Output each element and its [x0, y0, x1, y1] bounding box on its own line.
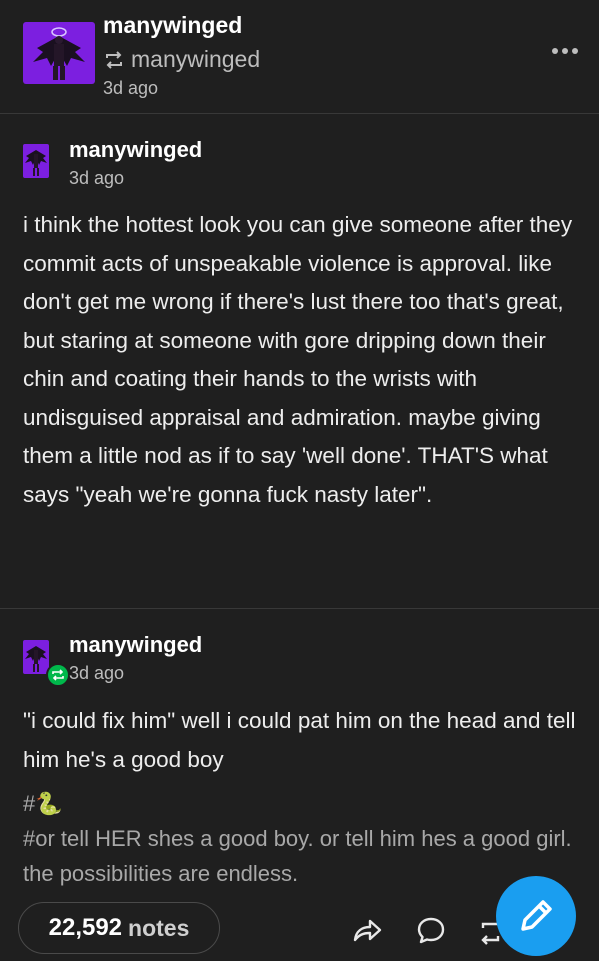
tag-item[interactable]: #🐍: [23, 786, 583, 821]
post-author[interactable]: manywinged: [69, 632, 202, 658]
reblog-icon: [52, 669, 64, 681]
reblogged-from[interactable]: manywinged: [103, 46, 260, 73]
winged-figure-avatar-icon: [33, 27, 85, 80]
blog-name[interactable]: manywinged: [103, 12, 242, 39]
post-timestamp: 3d ago: [103, 78, 159, 98]
divider: [0, 608, 599, 609]
share-icon[interactable]: [352, 916, 384, 944]
reply-icon[interactable]: [416, 916, 446, 944]
reblog-badge: [46, 663, 70, 687]
notes-label: notes: [128, 914, 190, 941]
post-avatar[interactable]: [23, 640, 49, 674]
post-author[interactable]: manywinged: [69, 137, 202, 163]
post-timestamp: 3d ago: [69, 168, 125, 188]
reblogged-from-name: manywinged: [131, 46, 261, 72]
post-avatar[interactable]: [23, 144, 49, 178]
compose-icon: [521, 900, 552, 931]
more-options-icon[interactable]: [551, 43, 579, 59]
post-body: "i could fix him" well i could pat him o…: [23, 708, 576, 772]
divider: [0, 113, 599, 114]
notes-button[interactable]: 22,592 notes: [18, 902, 220, 954]
winged-figure-avatar-icon: [25, 150, 47, 176]
notes-count: 22,592: [48, 914, 123, 941]
post-timestamp: 3d ago: [69, 663, 125, 683]
post-header: manywinged manywinged 3d ago: [0, 0, 599, 113]
compose-button[interactable]: [496, 876, 576, 956]
blog-avatar[interactable]: [23, 22, 95, 84]
reblog-icon: [106, 50, 122, 69]
winged-figure-avatar-icon: [25, 646, 47, 672]
post-body: i think the hottest look you can give so…: [23, 212, 573, 507]
